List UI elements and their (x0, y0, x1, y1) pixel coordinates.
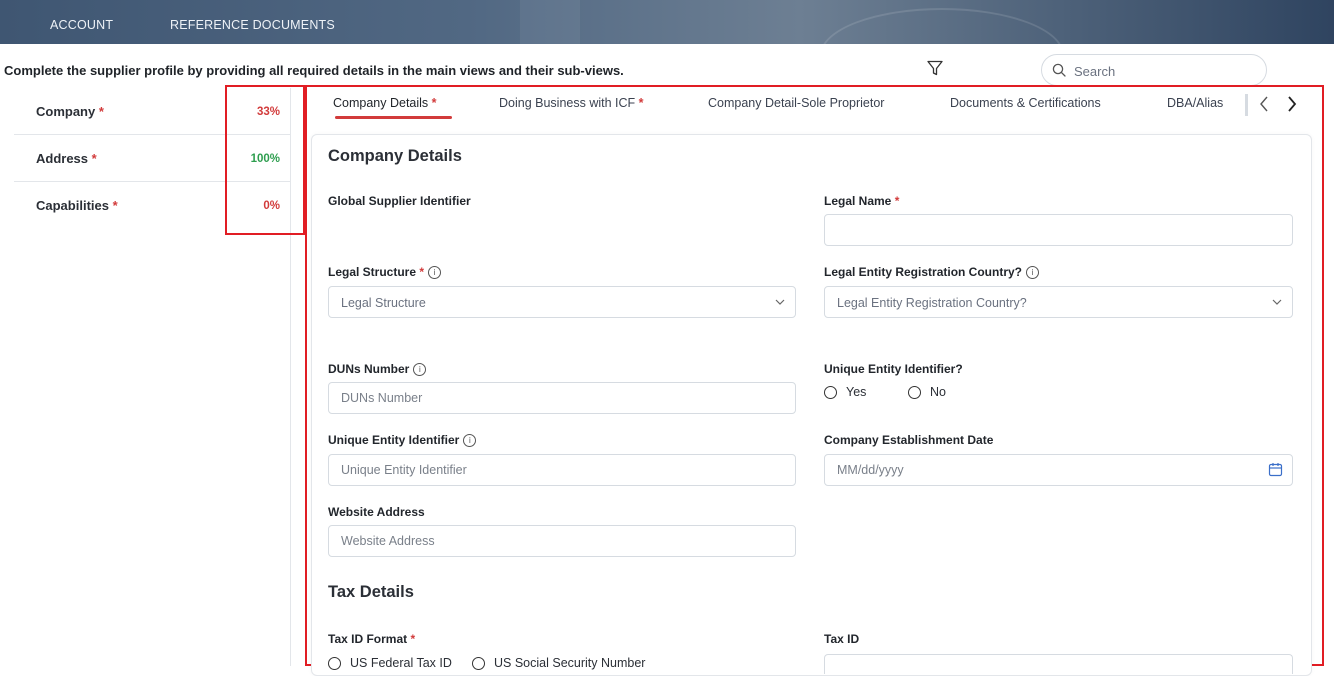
sidebar-item-label: Address * (36, 151, 97, 166)
radio-yes[interactable]: Yes (824, 385, 866, 399)
select-placeholder: Legal Entity Registration Country? (837, 296, 1027, 310)
tab-label: Company Details (333, 96, 429, 110)
radio-no[interactable]: No (908, 385, 946, 399)
label-legal-structure: Legal Structure * i (328, 265, 442, 279)
search-box[interactable] (1041, 54, 1267, 86)
required-asterisk: * (112, 198, 118, 213)
nav-reference-documents[interactable]: REFERENCE DOCUMENTS (170, 18, 335, 32)
required-asterisk: * (894, 194, 900, 208)
tab-company-details[interactable]: Company Details * (333, 96, 437, 110)
radio-circle (328, 657, 341, 670)
radio-label: US Federal Tax ID (350, 656, 452, 670)
filter-icon[interactable] (926, 59, 944, 77)
sidebar-company-label: Company (36, 104, 96, 119)
nav-account[interactable]: ACCOUNT (50, 18, 113, 32)
label-tax-id: Tax ID (824, 632, 860, 646)
tab-company-detail-sole-proprietor[interactable]: Company Detail-Sole Proprietor (708, 96, 884, 110)
instruction-text: Complete the supplier profile by providi… (4, 63, 624, 78)
radio-label: No (930, 385, 946, 399)
legal-structure-select[interactable]: Legal Structure (328, 286, 796, 318)
label-tax-id-format: Tax ID Format * (328, 632, 415, 646)
tab-documents-certifications[interactable]: Documents & Certifications (950, 96, 1101, 110)
label-unique-entity-identifier: Unique Entity Identifier i (328, 433, 477, 447)
unique-entity-identifier-input[interactable] (328, 454, 796, 486)
tab-doing-business-with-icf[interactable]: Doing Business with ICF * (499, 96, 644, 110)
establishment-date-input[interactable] (824, 454, 1293, 486)
search-icon (1052, 63, 1066, 77)
info-icon[interactable]: i (413, 363, 427, 376)
radio-circle (472, 657, 485, 670)
info-icon[interactable]: i (1026, 266, 1040, 279)
section-title-company-details: Company Details (328, 147, 462, 165)
tab-label: Doing Business with ICF (499, 96, 636, 110)
label-unique-entity-identifier-question: Unique Entity Identifier? (824, 362, 963, 376)
label-text: Legal Name (824, 194, 892, 208)
radio-us-federal-tax-id[interactable]: US Federal Tax ID (328, 656, 452, 670)
label-company-establishment-date: Company Establishment Date (824, 433, 994, 447)
required-asterisk: * (91, 151, 97, 166)
label-text: Tax ID Format (328, 632, 408, 646)
label-text: Unique Entity Identifier (328, 433, 460, 447)
tax-id-input[interactable] (824, 654, 1293, 674)
label-text: DUNs Number (328, 362, 410, 376)
label-duns-number: DUNs Number i (328, 362, 427, 376)
select-placeholder: Legal Structure (341, 296, 426, 310)
radio-us-social-security-number[interactable]: US Social Security Number (472, 656, 645, 670)
tab-dba-alias[interactable]: DBA/Alias (1167, 96, 1223, 110)
chevron-down-icon (1272, 299, 1282, 305)
sidebar-item-label: Capabilities * (36, 198, 118, 213)
radio-circle (908, 386, 921, 399)
legal-name-input[interactable] (824, 214, 1293, 246)
highlight-box-percentages (225, 85, 305, 235)
establishment-date-field (824, 454, 1293, 486)
required-asterisk: * (419, 265, 425, 279)
section-title-tax-details: Tax Details (328, 583, 414, 601)
tab-scroll-divider (1245, 94, 1248, 116)
chevron-down-icon (775, 299, 785, 305)
label-text: Legal Entity Registration Country? (824, 265, 1023, 279)
sidebar-address-label: Address (36, 151, 89, 166)
radio-label: Yes (846, 385, 867, 399)
radio-label: US Social Security Number (494, 656, 646, 670)
required-asterisk: * (410, 632, 416, 646)
banner-decoration (520, 0, 580, 44)
sidebar-item-label: Company * (36, 104, 104, 119)
active-tab-indicator (335, 116, 452, 119)
label-website-address: Website Address (328, 505, 425, 519)
label-text: Legal Structure (328, 265, 417, 279)
label-global-supplier-identifier: Global Supplier Identifier (328, 194, 471, 208)
legal-entity-country-select[interactable]: Legal Entity Registration Country? (824, 286, 1293, 318)
required-asterisk: * (431, 96, 437, 110)
calendar-icon[interactable] (1268, 462, 1283, 477)
search-input[interactable] (1072, 61, 1256, 81)
info-icon[interactable]: i (463, 434, 477, 447)
website-address-input[interactable] (328, 525, 796, 557)
required-asterisk: * (638, 96, 644, 110)
chevron-right-icon[interactable] (1284, 93, 1300, 115)
chevron-left-icon[interactable] (1256, 93, 1272, 115)
duns-number-input[interactable] (328, 382, 796, 414)
radio-circle (824, 386, 837, 399)
label-legal-name: Legal Name * (824, 194, 899, 208)
sidebar-capabilities-label: Capabilities (36, 198, 109, 213)
label-legal-entity-country: Legal Entity Registration Country? i (824, 265, 1040, 279)
required-asterisk: * (98, 104, 104, 119)
info-icon[interactable]: i (428, 266, 442, 279)
